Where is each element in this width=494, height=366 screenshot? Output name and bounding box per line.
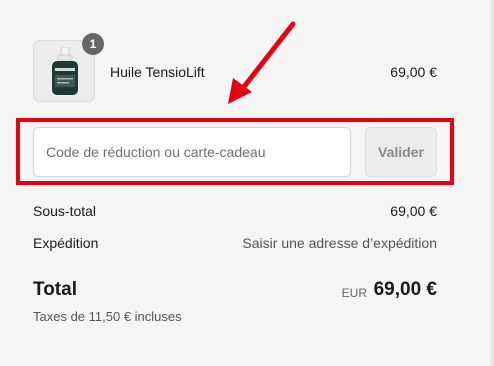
annotation-arrow-icon — [228, 21, 296, 104]
